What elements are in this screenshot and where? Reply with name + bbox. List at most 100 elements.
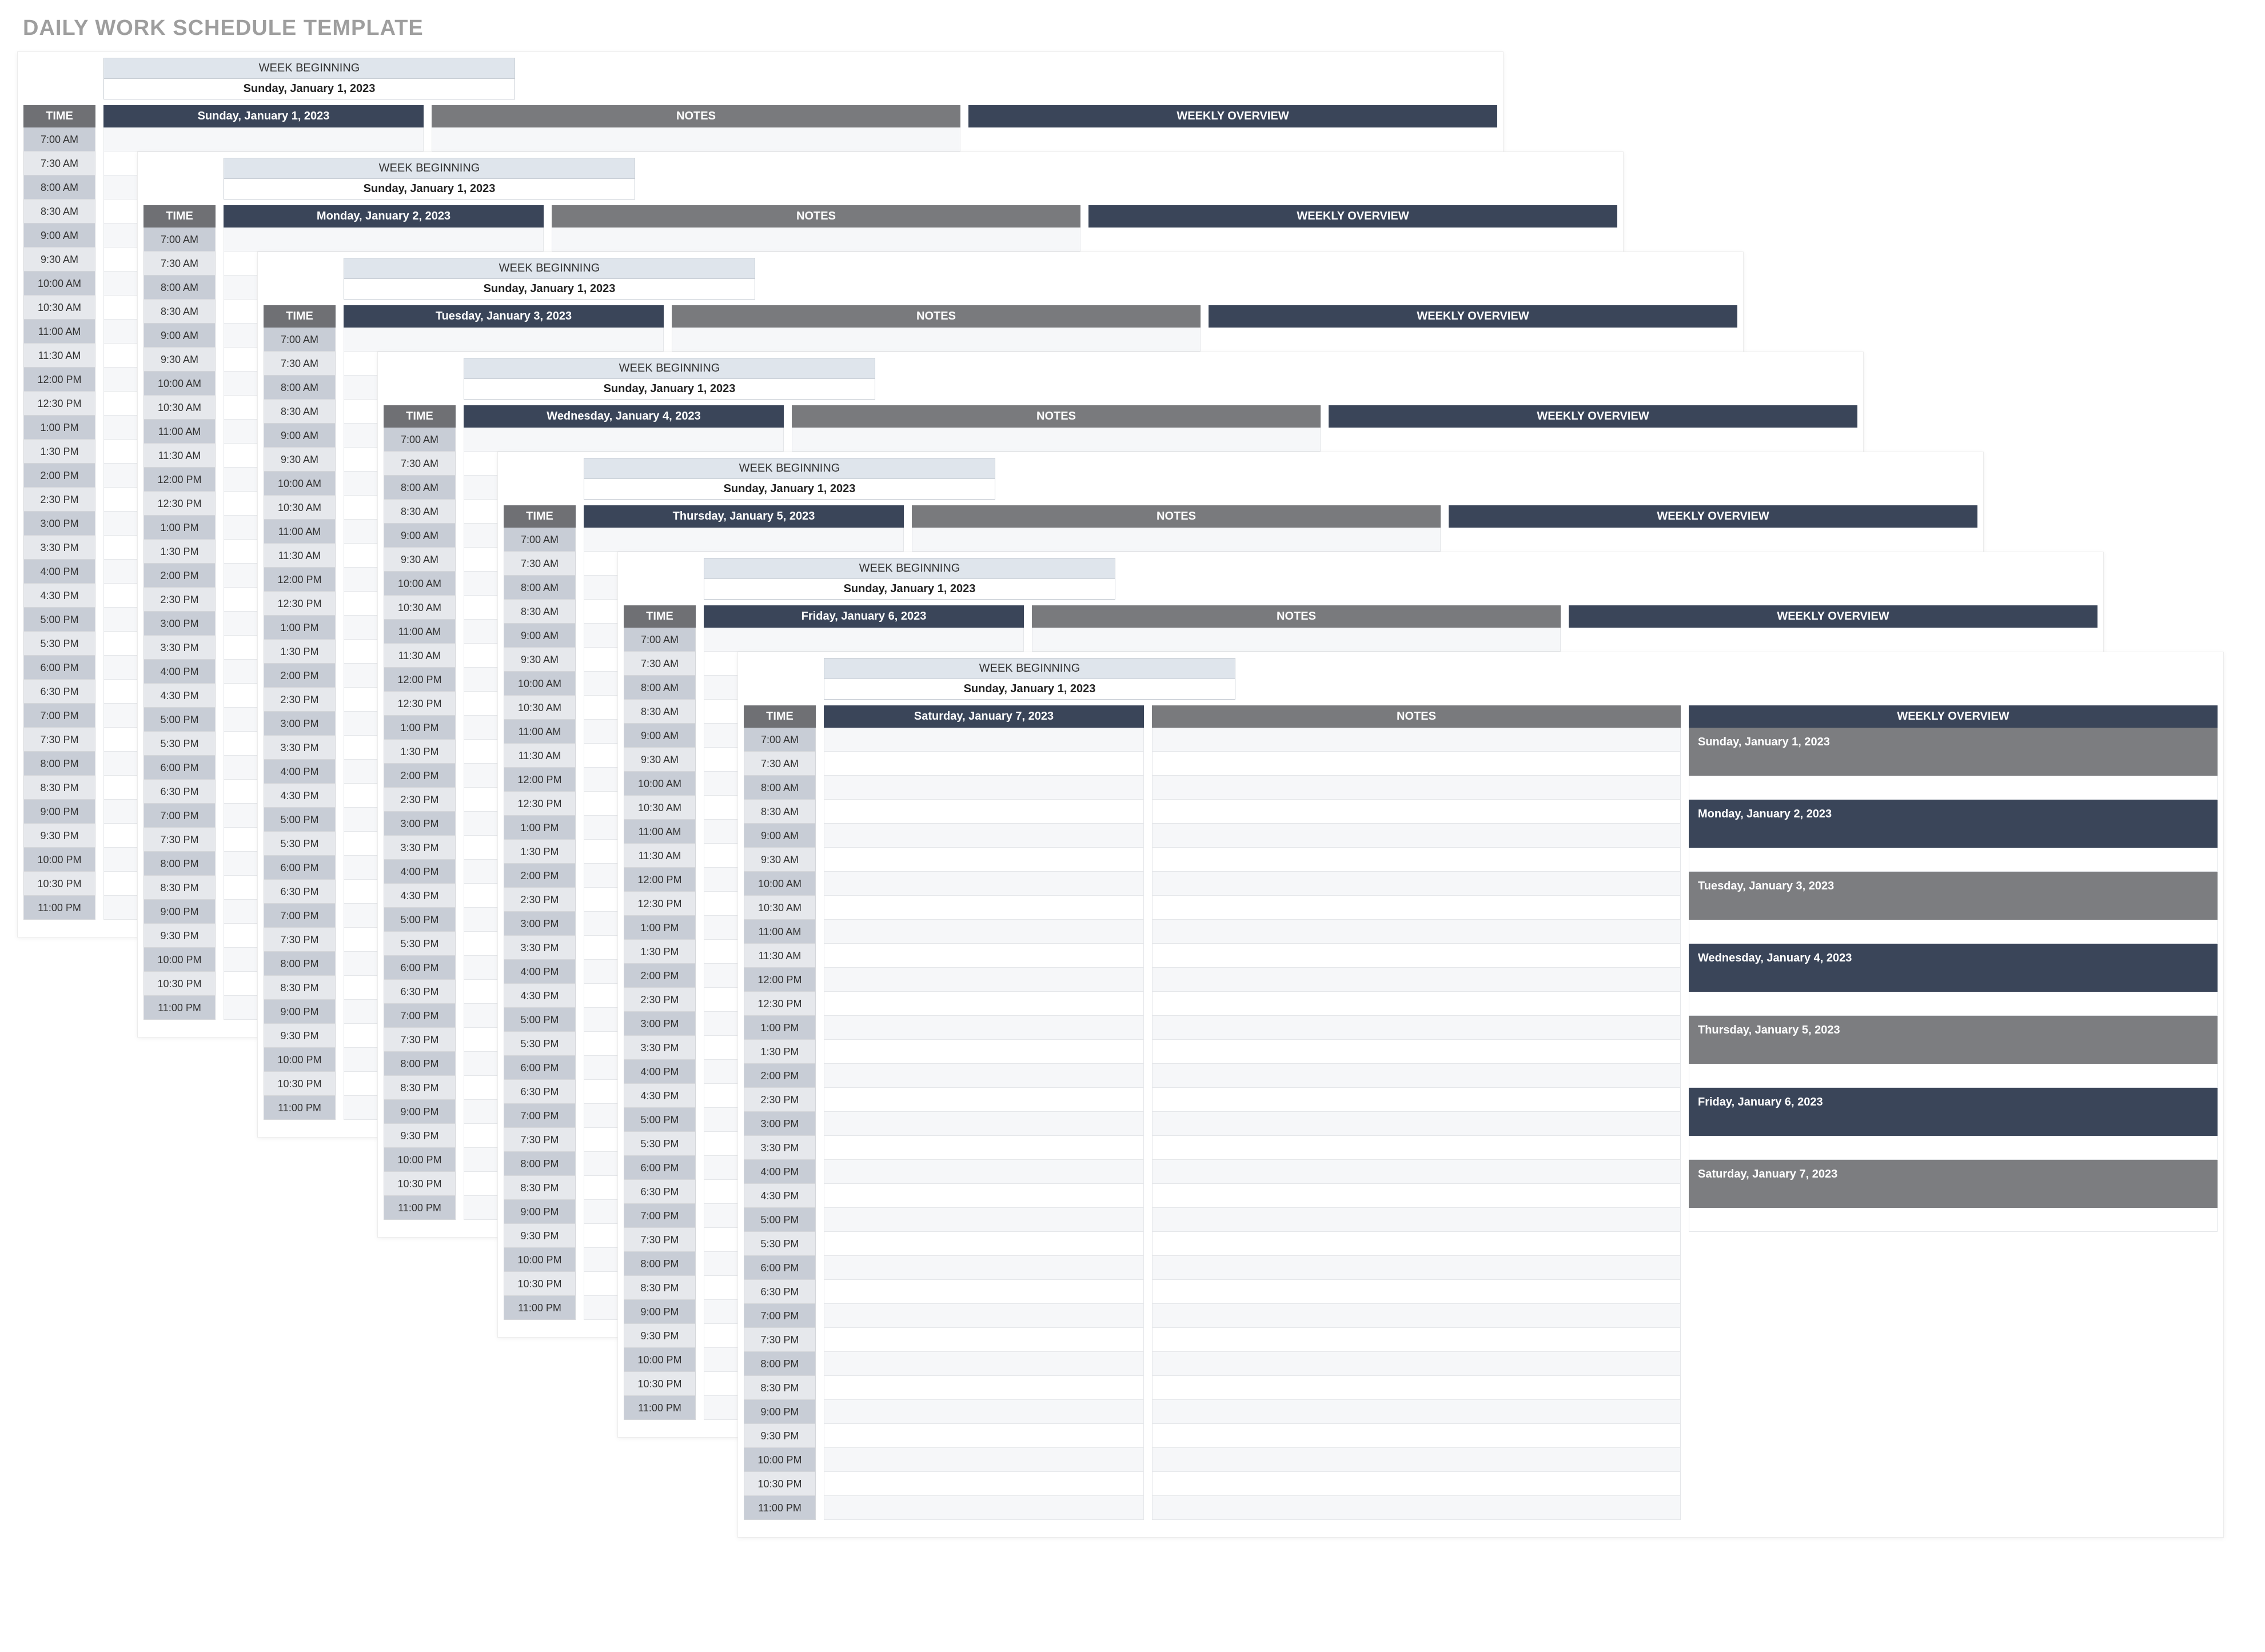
schedule-cell[interactable] <box>824 944 1144 968</box>
overview-day[interactable]: Monday, January 2, 2023 <box>1689 800 2218 848</box>
notes-cell[interactable] <box>1152 800 1681 824</box>
schedule-cell[interactable] <box>824 1280 1144 1304</box>
time-slot: 8:30 AM <box>744 800 816 824</box>
notes-cell[interactable] <box>792 428 1321 452</box>
notes-cell[interactable] <box>1152 1184 1681 1208</box>
schedule-cell[interactable] <box>824 824 1144 848</box>
schedule-cell[interactable] <box>824 1448 1144 1472</box>
schedule-cell[interactable] <box>824 752 1144 776</box>
schedule-cell[interactable] <box>824 1208 1144 1232</box>
notes-cell[interactable] <box>1152 1064 1681 1088</box>
schedule-cell[interactable] <box>824 1328 1144 1352</box>
time-slot: 12:30 PM <box>624 892 696 916</box>
notes-cell[interactable] <box>1152 1112 1681 1136</box>
schedule-cell[interactable] <box>824 1352 1144 1376</box>
notes-cell[interactable] <box>1152 824 1681 848</box>
schedule-cell[interactable] <box>824 1304 1144 1328</box>
notes-cell[interactable] <box>1152 992 1681 1016</box>
notes-cell[interactable] <box>1152 776 1681 800</box>
notes-cell[interactable] <box>1152 1232 1681 1256</box>
notes-cell[interactable] <box>1152 1160 1681 1184</box>
time-slot: 6:00 PM <box>264 856 336 880</box>
notes-cell[interactable] <box>1152 1496 1681 1520</box>
notes-cell[interactable] <box>1152 728 1681 752</box>
schedule-cell[interactable] <box>824 1376 1144 1400</box>
schedule-cell[interactable] <box>824 1136 1144 1160</box>
schedule-cell[interactable] <box>824 992 1144 1016</box>
schedule-cell[interactable] <box>824 872 1144 896</box>
notes-cell[interactable] <box>1152 1328 1681 1352</box>
time-slot: 7:00 AM <box>624 628 696 652</box>
notes-cell[interactable] <box>912 528 1441 552</box>
schedule-cell[interactable] <box>824 776 1144 800</box>
overview-day[interactable]: Wednesday, January 4, 2023 <box>1689 944 2218 992</box>
notes-cell[interactable] <box>1152 944 1681 968</box>
notes-cell[interactable] <box>1152 1472 1681 1496</box>
notes-cell[interactable] <box>672 328 1201 352</box>
notes-cell[interactable] <box>1152 896 1681 920</box>
notes-cell[interactable] <box>1152 1016 1681 1040</box>
overview-day[interactable]: Tuesday, January 3, 2023 <box>1689 872 2218 920</box>
schedule-cell[interactable] <box>344 328 664 352</box>
notes-cell[interactable] <box>1152 1088 1681 1112</box>
schedule-cell[interactable] <box>824 1040 1144 1064</box>
notes-cell[interactable] <box>1152 872 1681 896</box>
overview-day[interactable]: Saturday, January 7, 2023 <box>1689 1160 2218 1208</box>
notes-cell[interactable] <box>1152 1424 1681 1448</box>
schedule-cell[interactable] <box>824 1016 1144 1040</box>
week-beginning-value[interactable]: Sunday, January 1, 2023 <box>224 179 635 199</box>
schedule-cell[interactable] <box>824 968 1144 992</box>
notes-cell[interactable] <box>1152 1352 1681 1376</box>
schedule-cell[interactable] <box>824 1472 1144 1496</box>
schedule-cell[interactable] <box>824 1184 1144 1208</box>
schedule-cell[interactable] <box>824 1160 1144 1184</box>
notes-cell[interactable] <box>1152 920 1681 944</box>
schedule-cell[interactable] <box>464 428 784 452</box>
schedule-cell[interactable] <box>824 1256 1144 1280</box>
overview-day[interactable]: Thursday, January 5, 2023 <box>1689 1016 2218 1064</box>
overview-day[interactable]: Friday, January 6, 2023 <box>1689 1088 2218 1136</box>
schedule-cell[interactable] <box>824 1496 1144 1520</box>
notes-cell[interactable] <box>1152 1400 1681 1424</box>
notes-cell[interactable] <box>552 228 1080 252</box>
schedule-cell[interactable] <box>824 1424 1144 1448</box>
week-beginning-value[interactable]: Sunday, January 1, 2023 <box>704 579 1115 599</box>
notes-cell[interactable] <box>1152 1376 1681 1400</box>
notes-cell[interactable] <box>1152 1448 1681 1472</box>
notes-cell[interactable] <box>1152 1256 1681 1280</box>
time-slot: 12:00 PM <box>23 368 95 392</box>
week-beginning-value[interactable]: Sunday, January 1, 2023 <box>104 79 515 99</box>
notes-cell[interactable] <box>1152 752 1681 776</box>
schedule-cell[interactable] <box>824 1112 1144 1136</box>
week-beginning-value[interactable]: Sunday, January 1, 2023 <box>824 679 1235 699</box>
notes-cell[interactable] <box>1152 1040 1681 1064</box>
schedule-cell[interactable] <box>584 528 904 552</box>
schedule-cell[interactable] <box>824 896 1144 920</box>
notes-cell[interactable] <box>1152 1280 1681 1304</box>
week-beginning-value[interactable]: Sunday, January 1, 2023 <box>464 379 875 399</box>
overview-day[interactable]: Sunday, January 1, 2023 <box>1689 728 2218 776</box>
schedule-cell[interactable] <box>824 920 1144 944</box>
time-slot: 7:00 AM <box>504 528 576 552</box>
notes-cell[interactable] <box>1152 1304 1681 1328</box>
notes-cell[interactable] <box>432 127 960 151</box>
header-date: Wednesday, January 4, 2023 <box>464 405 784 428</box>
schedule-cell[interactable] <box>824 1064 1144 1088</box>
schedule-cell[interactable] <box>224 228 544 252</box>
schedule-cell[interactable] <box>824 848 1144 872</box>
week-beginning-label: WEEK BEGINNING <box>824 659 1235 679</box>
schedule-cell[interactable] <box>824 728 1144 752</box>
notes-cell[interactable] <box>1152 1208 1681 1232</box>
schedule-cell[interactable] <box>103 127 424 151</box>
week-beginning-value[interactable]: Sunday, January 1, 2023 <box>584 479 995 499</box>
schedule-cell[interactable] <box>824 1232 1144 1256</box>
notes-cell[interactable] <box>1152 848 1681 872</box>
schedule-cell[interactable] <box>704 628 1024 652</box>
week-beginning-value[interactable]: Sunday, January 1, 2023 <box>344 279 755 299</box>
schedule-cell[interactable] <box>824 800 1144 824</box>
notes-cell[interactable] <box>1152 968 1681 992</box>
schedule-cell[interactable] <box>824 1088 1144 1112</box>
notes-cell[interactable] <box>1032 628 1561 652</box>
notes-cell[interactable] <box>1152 1136 1681 1160</box>
schedule-cell[interactable] <box>824 1400 1144 1424</box>
